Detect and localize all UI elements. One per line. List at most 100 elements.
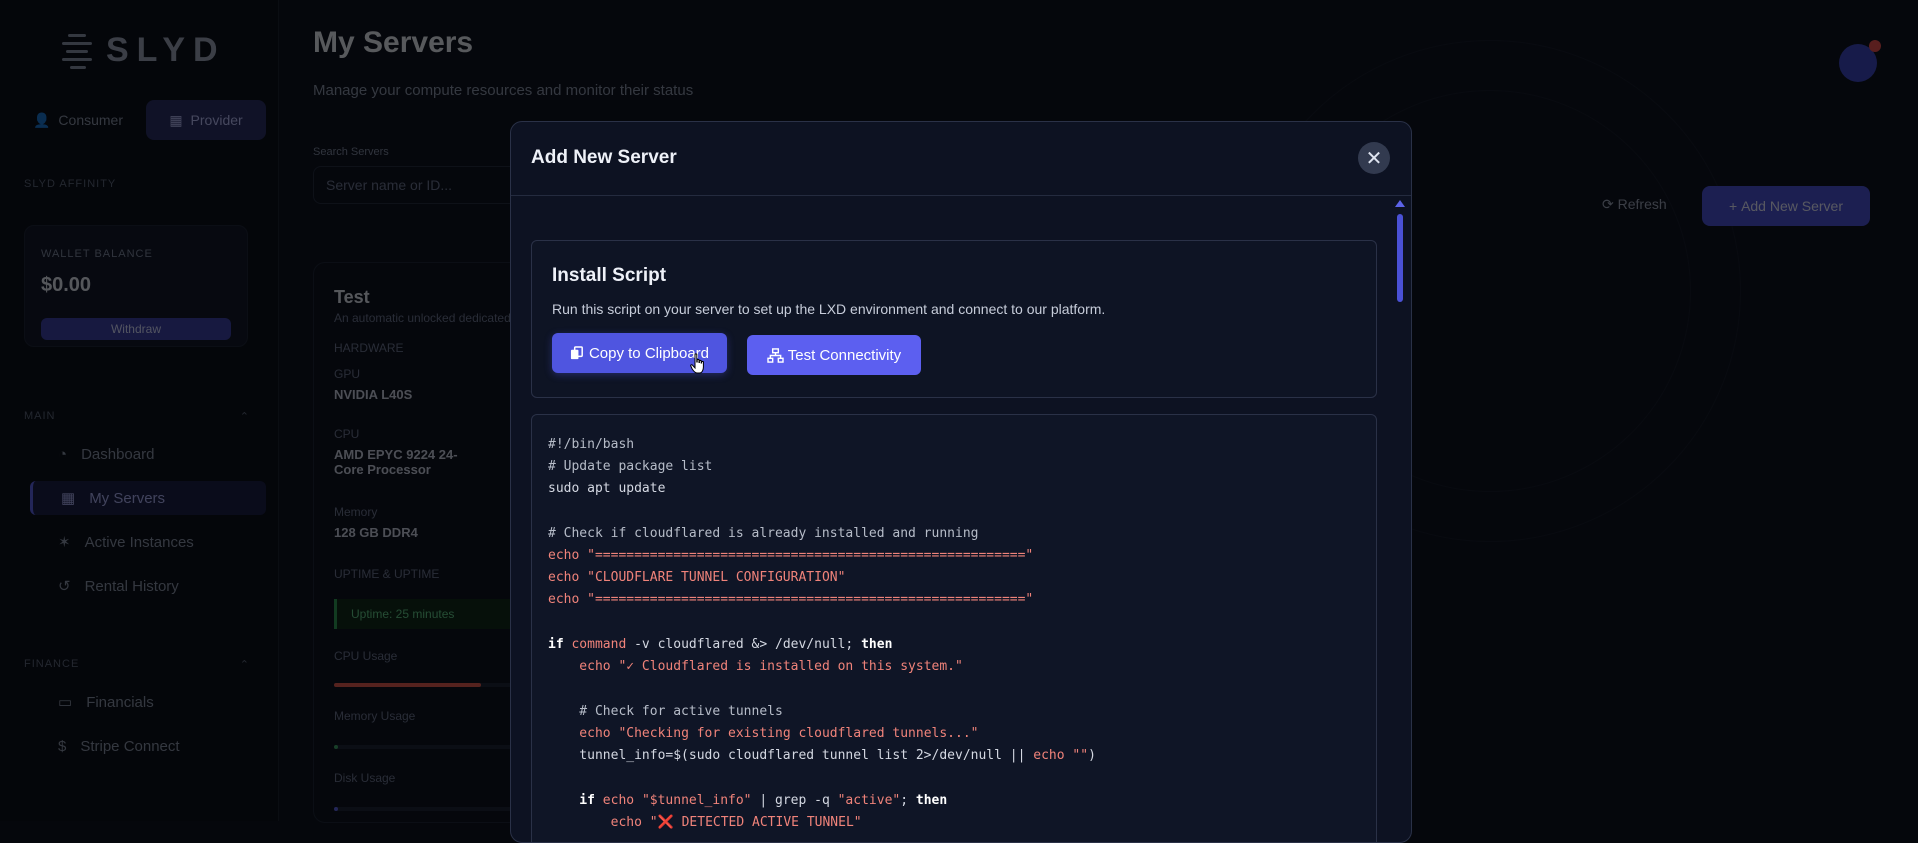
code-token: echo [548,726,619,741]
gpu-value: NVIDIA L40S [334,387,413,402]
search-label: Search Servers [313,146,389,158]
sidebar-item-label: My Servers [89,489,166,507]
code-token: echo [548,659,619,674]
code-token: echo [548,815,650,830]
test-connectivity-button[interactable]: Test Connectivity [747,335,921,375]
cpu-usage-label: CPU Usage [334,649,398,663]
refresh-icon: ⟳ [1602,196,1618,212]
code-token: | grep -q [751,793,838,808]
code-line: # Check if cloudflared is already instal… [548,526,979,541]
modal-scrollbar[interactable] [1395,200,1405,840]
code-token: echo "" [1033,748,1089,763]
withdraw-button[interactable]: Withdraw [41,318,231,340]
network-icon [767,347,784,363]
code-token: then [861,637,893,652]
add-new-server-button[interactable]: + Add New Server [1702,186,1870,226]
code-token: if [548,793,595,808]
provider-button[interactable]: ▦ Provider [146,100,266,140]
code-token: ) [1088,748,1096,763]
code-line: echo "CLOUDFLARE TUNNEL CONFIGURATION" [548,570,845,585]
code-token: echo [594,793,642,808]
sidebar: SLYD 👤 Consumer ▦ Provider SLYD AFFINITY… [0,0,279,821]
add-server-label: Add New Server [1741,198,1843,214]
code-token: ; [900,793,916,808]
memory-label: Memory [334,505,378,519]
nav-main-heading: MAIN ⌃ [24,410,250,423]
disk-usage-label: Disk Usage [334,771,396,785]
code-line: if echo "$tunnel_info" | grep -q "active… [548,793,947,808]
user-icon: 👤 [32,111,51,128]
sidebar-item-label: Financials [86,693,154,711]
scroll-thumb[interactable] [1397,214,1403,302]
wallet-value: $0.00 [41,274,92,296]
nav-finance-label: FINANCE [24,658,80,670]
provider-label: Provider [190,112,243,128]
consumer-button[interactable]: 👤 Consumer [18,100,138,140]
memory-value: 128 GB DDR4 [334,525,418,540]
code-line: # Check for active tunnels [548,704,783,719]
server-icon: ▦ [61,490,76,507]
nav-finance-heading: FINANCE ⌃ [24,658,250,671]
nav-main-label: MAIN [24,410,56,422]
code-line: echo "✓ Cloudflared is installed on this… [548,659,963,674]
sidebar-item-label: Active Instances [84,533,194,551]
code-line: tunnel_info=$(sudo cloudflared tunnel li… [548,748,1096,763]
page-title: My Servers [313,26,474,59]
test-button-label: Test Connectivity [787,346,902,364]
install-script-description: Run this script on your server to set up… [552,301,1106,317]
code-line: echo "==================================… [548,592,1033,607]
consumer-label: Consumer [58,112,124,128]
sidebar-item-my-servers[interactable]: ▦ My Servers [30,481,266,515]
hand-cursor-icon [690,353,704,374]
code-token: "❌ DETECTED ACTIVE TUNNEL" [649,815,862,830]
sidebar-item-label: Stripe Connect [80,737,180,755]
code-token: command [571,637,627,652]
sidebar-item-active-instances[interactable]: ✶ Active Instances [30,525,266,559]
code-token: "=======================================… [587,592,1034,607]
code-token: "$tunnel_info" [641,793,752,808]
install-script-panel: Install Script Run this script on your s… [531,240,1377,398]
code-token: "✓ Cloudflared is installed on this syst… [618,659,963,674]
modal-title: Add New Server [531,147,677,168]
close-icon: ✕ [1365,147,1383,170]
modal-header: Add New Server ✕ [511,122,1411,196]
role-toggle: 👤 Consumer ▦ Provider [18,100,266,140]
notification-dot [1869,40,1881,52]
copy-icon [570,345,583,359]
chevron-up-icon[interactable]: ⌃ [240,658,250,671]
gpu-label: GPU [334,367,361,381]
logo-text: SLYD [106,30,226,69]
network-icon: ✶ [58,534,71,551]
uptime-badge: Uptime: 25 minutes [334,599,534,629]
server-icon: ▦ [169,111,183,128]
code-token: "active" [837,793,901,808]
install-script-code: #!/bin/bash # Update package list sudo a… [531,414,1377,842]
code-line: echo "❌ DETECTED ACTIVE TUNNEL" [548,815,862,830]
sidebar-item-stripe-connect[interactable]: $ Stripe Connect [30,729,266,763]
sidebar-item-rental-history[interactable]: ↺ Rental History [30,569,266,603]
sidebar-item-dashboard[interactable]: ◔ Dashboard [30,437,266,471]
logo: SLYD [62,30,226,70]
code-line: #!/bin/bash [548,437,635,452]
refresh-button[interactable]: ⟳ Refresh [1602,196,1667,213]
code-line: sudo apt update [548,481,666,496]
wallet-icon: ▭ [58,694,73,711]
cpu-value: AMD EPYC 9224 24-Core Processor [334,447,458,477]
sidebar-item-label: Rental History [84,577,179,595]
sidebar-heading: SLYD AFFINITY [24,178,117,190]
scroll-up-arrow-icon[interactable] [1395,200,1405,207]
code-token: echo [548,548,588,563]
chevron-up-icon[interactable]: ⌃ [240,410,250,423]
add-server-modal: Add New Server ✕ Install Script Run this… [510,121,1412,843]
sidebar-item-financials[interactable]: ▭ Financials [30,685,266,719]
close-button[interactable]: ✕ [1358,142,1390,174]
wallet-label: WALLET BALANCE [41,248,153,260]
code-token: echo [548,570,588,585]
dollar-icon: $ [58,737,67,755]
code-token: echo [548,592,588,607]
history-icon: ↺ [58,578,71,595]
code-token: "=======================================… [587,548,1034,563]
cpu-label: CPU [334,427,360,441]
page-subtitle: Manage your compute resources and monito… [313,82,694,99]
code-token: -v cloudflared &> /dev/null; [626,637,862,652]
